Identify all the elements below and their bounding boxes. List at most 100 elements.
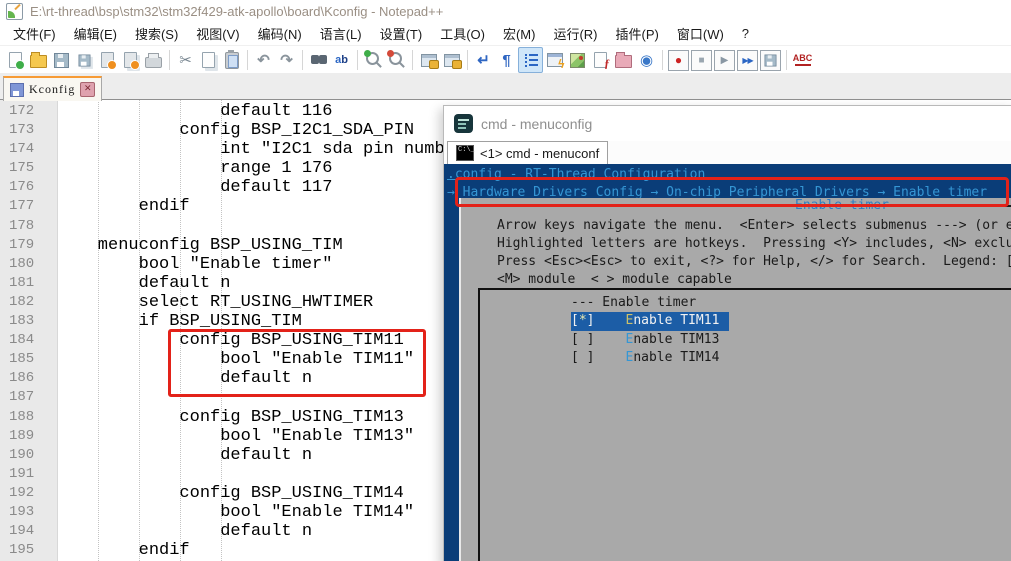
cmd-title-bar[interactable]: cmd - menuconfig (444, 106, 1011, 141)
line-number: 184 (0, 331, 57, 350)
open-file-icon[interactable] (27, 48, 50, 72)
spell-check-icon[interactable]: ABC (791, 48, 814, 72)
line-number: 191 (0, 465, 57, 484)
new-file-icon[interactable] (4, 48, 27, 72)
notepad-plus-plus-icon (6, 3, 23, 20)
macro-play-icon[interactable]: ▶ (713, 48, 736, 72)
folder-as-workspace-icon[interactable] (612, 48, 635, 72)
cmd-icon: C:\_ (456, 145, 474, 161)
copy-icon[interactable] (197, 48, 220, 72)
user-define-dialog-icon[interactable] (543, 48, 566, 72)
line-number: 194 (0, 522, 57, 541)
toolbar-separator (786, 50, 787, 70)
tab-label: Kconfig (29, 82, 75, 97)
line-number: 175 (0, 159, 57, 178)
line-number: 173 (0, 121, 57, 140)
screen: E:\rt-thread\bsp\stm32\stm32f429-atk-apo… (0, 0, 1011, 561)
cut-icon[interactable]: ✂ (174, 48, 197, 72)
annotation-red-box-breadcrumb (455, 177, 1009, 207)
find-icon[interactable] (307, 48, 330, 72)
annotation-red-box-editor (168, 329, 426, 397)
cmd-tab-label: <1> cmd - menuconf (480, 146, 599, 161)
cmd-tab-bar: C:\_ <1> cmd - menuconf (444, 141, 1011, 164)
line-number: 195 (0, 541, 57, 560)
save-icon[interactable] (50, 48, 73, 72)
menu-option-enable-tim13[interactable]: [ ]Enable TIM13 (571, 331, 719, 349)
tab-kconfig[interactable]: Kconfig (3, 76, 102, 101)
dialog-help-line: Highlighted letters are hotkeys. Pressin… (497, 235, 1011, 253)
menuconfig-dialog: Enable timer Arrow keys navigate the men… (459, 198, 1011, 561)
toolbar-separator (302, 50, 303, 70)
menu-item-run[interactable]: 运行(R) (544, 21, 606, 46)
sync-vertical-scroll-icon[interactable] (417, 48, 440, 72)
macro-stop-icon[interactable]: ■ (690, 48, 713, 72)
toolbar-separator (169, 50, 170, 70)
undo-icon[interactable]: ↶ (252, 48, 275, 72)
function-list-icon[interactable]: ƒ (589, 48, 612, 72)
menu-item-edit[interactable]: 编辑(E) (65, 21, 126, 46)
line-number: 172 (0, 102, 57, 121)
monitoring-icon[interactable]: ◉ (635, 48, 658, 72)
line-number: 193 (0, 503, 57, 522)
menu-item-encoding[interactable]: 编码(N) (249, 21, 311, 46)
show-all-characters-icon[interactable]: ¶ (495, 48, 518, 72)
dialog-help-line: <M> module < > module capable (497, 271, 732, 289)
breadcrumb-arrow: → (447, 185, 455, 200)
toolbar-separator (357, 50, 358, 70)
line-number-gutter: 172 173 174 175 176 177 178 179 180 181 … (0, 100, 58, 561)
line-number: 189 (0, 427, 57, 446)
menu-item-settings[interactable]: 设置(T) (371, 21, 432, 46)
menu-option-enable-tim11[interactable]: [*]Enable TIM11 (571, 312, 729, 330)
menu-item-language[interactable]: 语言(L) (311, 21, 371, 46)
close-all-icon[interactable] (119, 48, 142, 72)
close-tab-icon[interactable] (80, 82, 95, 97)
word-wrap-icon[interactable]: ↵ (472, 48, 495, 72)
print-icon[interactable] (142, 48, 165, 72)
cmd-tab[interactable]: C:\_ <1> cmd - menuconf (447, 141, 608, 165)
menu-list-border (478, 288, 1011, 561)
menu-item-search[interactable]: 搜索(S) (126, 21, 187, 46)
menu-item-window[interactable]: 窗口(W) (668, 21, 733, 46)
document-map-icon[interactable] (566, 48, 589, 72)
cmd-window-title: cmd - menuconfig (481, 116, 592, 132)
menu-header: --- Enable timer (571, 294, 696, 312)
line-number: 187 (0, 388, 57, 407)
toolbar: ✂ ↶ ↷ ab ↵ ¶ ƒ ◉ ● ■ (0, 45, 1011, 74)
toolbar-separator (247, 50, 248, 70)
terminal-icon (454, 114, 473, 133)
close-icon[interactable] (96, 48, 119, 72)
menu-bar: 文件(F) 编辑(E) 搜索(S) 视图(V) 编码(N) 语言(L) 设置(T… (0, 22, 1011, 45)
toolbar-separator (467, 50, 468, 70)
macro-run-multiple-icon[interactable]: ▶▶ (736, 48, 759, 72)
save-all-icon[interactable] (73, 48, 96, 72)
line-number: 178 (0, 217, 57, 236)
line-number: 179 (0, 236, 57, 255)
line-number: 177 (0, 197, 57, 216)
toolbar-separator (412, 50, 413, 70)
menu-item-macro[interactable]: 宏(M) (494, 21, 545, 46)
menu-item-tools[interactable]: 工具(O) (431, 21, 494, 46)
line-number: 188 (0, 408, 57, 427)
tab-bar: Kconfig (0, 73, 1011, 100)
macro-save-icon[interactable] (759, 48, 782, 72)
macro-record-icon[interactable]: ● (667, 48, 690, 72)
menu-item-view[interactable]: 视图(V) (187, 21, 248, 46)
line-number: 186 (0, 369, 57, 388)
sync-horizontal-scroll-icon[interactable] (440, 48, 463, 72)
menu-list: --- Enable timer [*]Enable TIM11 [ ]Enab… (571, 294, 729, 368)
paste-icon[interactable] (220, 48, 243, 72)
saved-floppy-icon (10, 83, 24, 97)
indent-guide-icon[interactable] (518, 47, 543, 73)
replace-icon[interactable]: ab (330, 48, 353, 72)
line-number: 185 (0, 350, 57, 369)
menu-option-enable-tim14[interactable]: [ ]Enable TIM14 (571, 349, 719, 367)
menu-item-file[interactable]: 文件(F) (4, 21, 65, 46)
line-number: 176 (0, 178, 57, 197)
menu-item-help[interactable]: ? (733, 23, 758, 44)
menuconfig-terminal[interactable]: .config - RT-Thread Configuration → Hard… (444, 164, 1011, 561)
line-number: 174 (0, 140, 57, 159)
redo-icon[interactable]: ↷ (275, 48, 298, 72)
zoom-out-icon[interactable] (385, 48, 408, 72)
zoom-in-icon[interactable] (362, 48, 385, 72)
menu-item-plugins[interactable]: 插件(P) (607, 21, 668, 46)
